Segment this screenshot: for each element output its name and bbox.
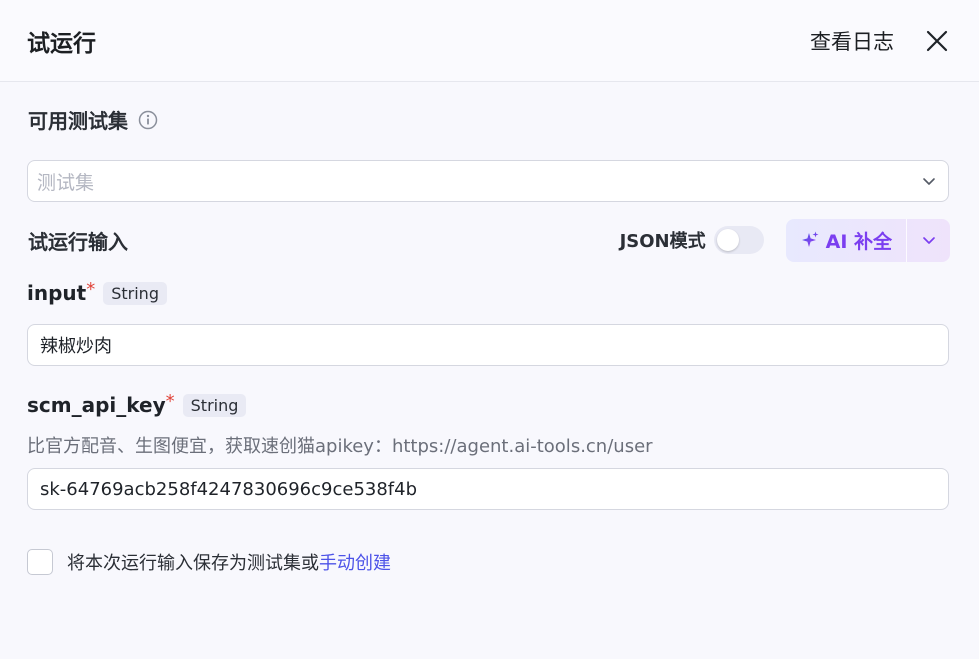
ai-complete-group: AI 补全 xyxy=(785,218,950,262)
ai-options-dropdown[interactable] xyxy=(907,219,950,262)
ai-divider xyxy=(906,218,907,262)
run-input-label: 试运行输入 xyxy=(28,229,128,254)
manual-create-link[interactable]: 手动创建 xyxy=(319,553,391,574)
type-tag: String xyxy=(103,281,167,305)
run-input-tools: JSON模式 AI 补全 xyxy=(619,218,950,262)
run-input-header: 试运行输入 JSON模式 AI 补全 xyxy=(28,218,950,262)
sparkle-icon xyxy=(801,231,819,247)
close-icon xyxy=(926,30,948,51)
testset-select[interactable]: 测试集 xyxy=(27,160,949,202)
input-field[interactable]: 辣椒炒肉 xyxy=(27,324,949,366)
field-name: scm_api_key xyxy=(27,393,166,417)
required-mark: * xyxy=(86,278,96,300)
json-mode-label: JSON模式 xyxy=(619,231,706,252)
testset-label: 可用测试集 xyxy=(28,109,128,133)
toggle-knob xyxy=(716,229,739,251)
chevron-down-icon xyxy=(923,178,935,185)
field-description: 比官方配音、生图便宜，获取速创猫apikey：https://agent.ai-… xyxy=(27,436,653,457)
save-text: 将本次运行输入保存为测试集或 xyxy=(67,553,319,574)
info-icon[interactable] xyxy=(138,110,158,130)
save-testset-text: 将本次运行输入保存为测试集或手动创建 xyxy=(67,549,391,575)
panel-header: 试运行 查看日志 xyxy=(0,0,979,82)
json-mode-toggle[interactable] xyxy=(713,226,764,254)
chevron-down-icon xyxy=(922,237,935,244)
api-key-field[interactable]: sk-64769acb258f4247830696c9ce538f4b xyxy=(27,468,949,510)
save-testset-row: 将本次运行输入保存为测试集或手动创建 xyxy=(27,549,391,575)
field-label-scm-api-key: scm_api_key * String xyxy=(27,390,247,417)
close-button[interactable] xyxy=(922,26,952,56)
field-label-input: input * String xyxy=(27,278,167,305)
field-name: input xyxy=(27,281,87,305)
testset-select-placeholder: 测试集 xyxy=(37,171,95,194)
view-log-button[interactable]: 查看日志 xyxy=(810,26,894,56)
test-run-panel: 试运行 查看日志 可用测试集 测试集 试运行输入 JSON模式 AI 补全 in… xyxy=(0,0,979,659)
type-tag: String xyxy=(182,393,247,417)
required-mark: * xyxy=(165,390,175,412)
ai-complete-label: AI 补全 xyxy=(825,230,892,253)
save-testset-checkbox[interactable] xyxy=(27,549,53,575)
ai-complete-button[interactable]: AI 补全 xyxy=(786,219,906,262)
header-actions: 查看日志 xyxy=(810,26,952,56)
panel-title: 试运行 xyxy=(27,30,96,57)
testset-section-label: 可用测试集 xyxy=(28,105,158,134)
